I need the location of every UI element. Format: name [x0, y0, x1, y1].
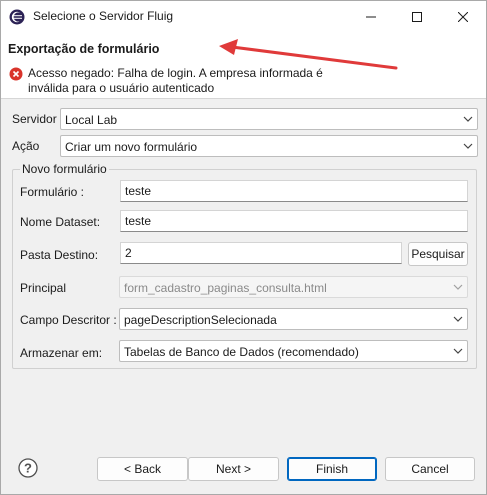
minimize-button[interactable]	[348, 1, 394, 32]
chevron-down-icon	[463, 116, 473, 122]
campo-descritor-value: pageDescriptionSelecionada	[124, 313, 277, 327]
group-title: Novo formulário	[20, 162, 109, 176]
campo-descritor-label: Campo Descritor :	[20, 313, 117, 327]
servidor-label: Servidor	[12, 112, 57, 126]
eclipse-icon	[9, 9, 25, 25]
title-bar: Selecione o Servidor Fluig	[1, 1, 486, 32]
finish-button[interactable]: Finish	[287, 457, 377, 481]
acao-value: Criar um novo formulário	[65, 140, 198, 154]
chevron-down-icon	[463, 143, 473, 149]
minimize-icon	[366, 16, 376, 17]
annotation-arrow-icon	[219, 39, 398, 70]
servidor-value: Local Lab	[65, 113, 118, 127]
campo-descritor-select[interactable]: pageDescriptionSelecionada	[119, 308, 468, 330]
back-button[interactable]: < Back	[97, 457, 188, 481]
acao-select[interactable]: Criar um novo formulário	[60, 135, 478, 157]
nome-dataset-input[interactable]	[121, 211, 467, 231]
formulario-field[interactable]	[120, 180, 468, 202]
pasta-destino-label: Pasta Destino:	[20, 248, 99, 262]
formulario-input[interactable]	[121, 181, 467, 201]
nome-dataset-field[interactable]	[120, 210, 468, 232]
next-button[interactable]: Next >	[188, 457, 279, 481]
close-button[interactable]	[440, 1, 486, 32]
window-title: Selecione o Servidor Fluig	[33, 9, 174, 23]
armazenar-em-value: Tabelas de Banco de Dados (recomendado)	[124, 345, 359, 359]
armazenar-em-label: Armazenar em:	[20, 346, 103, 360]
chevron-down-icon	[453, 284, 463, 290]
maximize-button[interactable]	[394, 1, 440, 32]
close-icon	[458, 11, 468, 22]
principal-label: Principal	[20, 281, 67, 295]
svg-text:?: ?	[24, 461, 32, 476]
cancel-button[interactable]: Cancel	[385, 457, 475, 481]
servidor-select[interactable]: Local Lab	[60, 108, 478, 130]
error-icon	[9, 67, 23, 81]
chevron-down-icon	[453, 348, 463, 354]
armazenar-em-select[interactable]: Tabelas de Banco de Dados (recomendado)	[119, 340, 468, 362]
formulario-label: Formulário :	[20, 185, 85, 199]
pasta-destino-input[interactable]	[121, 243, 401, 263]
page-title: Exportação de formulário	[8, 42, 160, 56]
principal-value: form_cadastro_paginas_consulta.html	[124, 281, 327, 295]
maximize-icon	[412, 11, 422, 22]
help-icon[interactable]: ?	[18, 458, 38, 478]
chevron-down-icon	[453, 316, 463, 322]
pasta-destino-field[interactable]	[120, 242, 402, 264]
pesquisar-button[interactable]: Pesquisar	[408, 242, 468, 266]
acao-label: Ação	[12, 139, 40, 153]
dialog-window: Selecione o Servidor Fluig Exportação de…	[0, 0, 487, 495]
principal-select[interactable]: form_cadastro_paginas_consulta.html	[119, 276, 468, 298]
nome-dataset-label: Nome Dataset:	[20, 215, 101, 229]
